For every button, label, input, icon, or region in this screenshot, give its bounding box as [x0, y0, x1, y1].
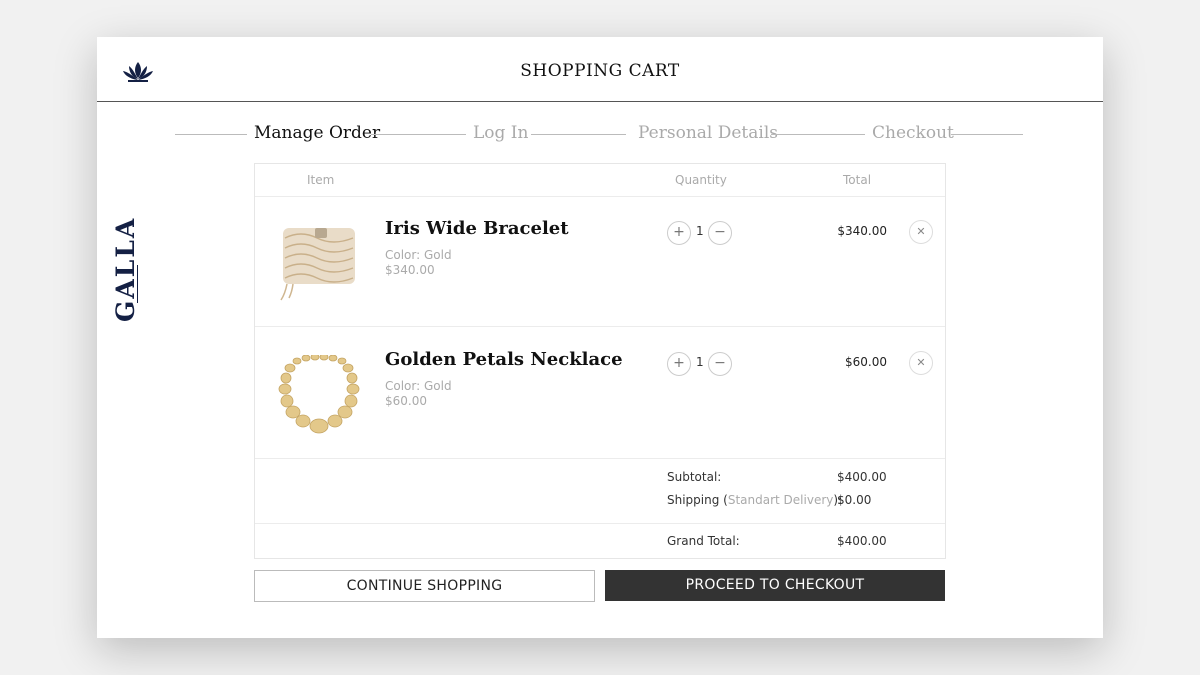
- remove-item-button[interactable]: ✕: [909, 351, 933, 375]
- grand-total-value: $400.00: [837, 534, 887, 548]
- cart-card: SHOPPING CART GALLA Manage Order Log In …: [97, 37, 1103, 638]
- item-unit-price: $60.00: [385, 394, 427, 408]
- table-header: Item Quantity Total: [255, 164, 945, 197]
- checkout-steps: Manage Order Log In Personal Details Che…: [175, 123, 1025, 145]
- continue-shopping-button[interactable]: CONTINUE SHOPPING: [254, 570, 595, 602]
- remove-item-button[interactable]: ✕: [909, 220, 933, 244]
- brand-name: GALLA: [111, 216, 140, 322]
- step-divider: [175, 134, 247, 135]
- step-log-in[interactable]: Log In: [473, 123, 528, 143]
- grand-total-label: Grand Total:: [667, 534, 740, 548]
- subtotal-label: Subtotal:: [667, 470, 722, 484]
- shipping-method[interactable]: Standart Delivery: [728, 493, 834, 507]
- decrease-quantity-button[interactable]: −: [708, 352, 732, 376]
- necklace-image[interactable]: [277, 355, 361, 435]
- step-divider: [771, 134, 865, 135]
- item-name[interactable]: Golden Petals Necklace: [385, 349, 623, 370]
- step-divider: [531, 134, 626, 135]
- cart-table: Item Quantity Total Iris Wide Bracelet C…: [254, 163, 946, 559]
- grand-total-row: Grand Total: $400.00: [255, 523, 945, 558]
- increase-quantity-button[interactable]: +: [667, 221, 691, 245]
- item-color: Color: Gold: [385, 248, 452, 262]
- column-item: Item: [307, 173, 335, 187]
- item-unit-price: $340.00: [385, 263, 435, 277]
- step-manage-order[interactable]: Manage Order: [254, 123, 380, 143]
- item-color: Color: Gold: [385, 379, 452, 393]
- shipping-value: $0.00: [837, 493, 872, 507]
- order-summary: Subtotal: $400.00 Shipping (Standart Del…: [255, 458, 945, 524]
- header: SHOPPING CART: [97, 37, 1103, 102]
- shipping-label: Shipping (Standart Delivery):: [667, 493, 842, 507]
- step-checkout[interactable]: Checkout: [872, 123, 954, 143]
- subtotal-value: $400.00: [837, 470, 887, 484]
- item-name[interactable]: Iris Wide Bracelet: [385, 218, 569, 239]
- proceed-to-checkout-button[interactable]: PROCEED TO CHECKOUT: [605, 570, 945, 601]
- bracelet-image[interactable]: [277, 224, 361, 304]
- quantity-value: 1: [696, 224, 704, 238]
- table-row: Iris Wide Bracelet Color: Gold $340.00 +…: [255, 196, 945, 327]
- step-divider: [371, 134, 466, 135]
- table-row: Golden Petals Necklace Color: Gold $60.0…: [255, 327, 945, 459]
- column-quantity: Quantity: [675, 173, 727, 187]
- shipping-label-prefix: Shipping (: [667, 493, 728, 507]
- item-total: $340.00: [837, 224, 887, 238]
- increase-quantity-button[interactable]: +: [667, 352, 691, 376]
- decrease-quantity-button[interactable]: −: [708, 221, 732, 245]
- step-personal-details[interactable]: Personal Details: [638, 123, 778, 143]
- column-total: Total: [843, 173, 872, 187]
- page-title: SHOPPING CART: [520, 61, 680, 81]
- step-divider: [951, 134, 1023, 135]
- item-total: $60.00: [845, 355, 887, 369]
- quantity-value: 1: [696, 355, 704, 369]
